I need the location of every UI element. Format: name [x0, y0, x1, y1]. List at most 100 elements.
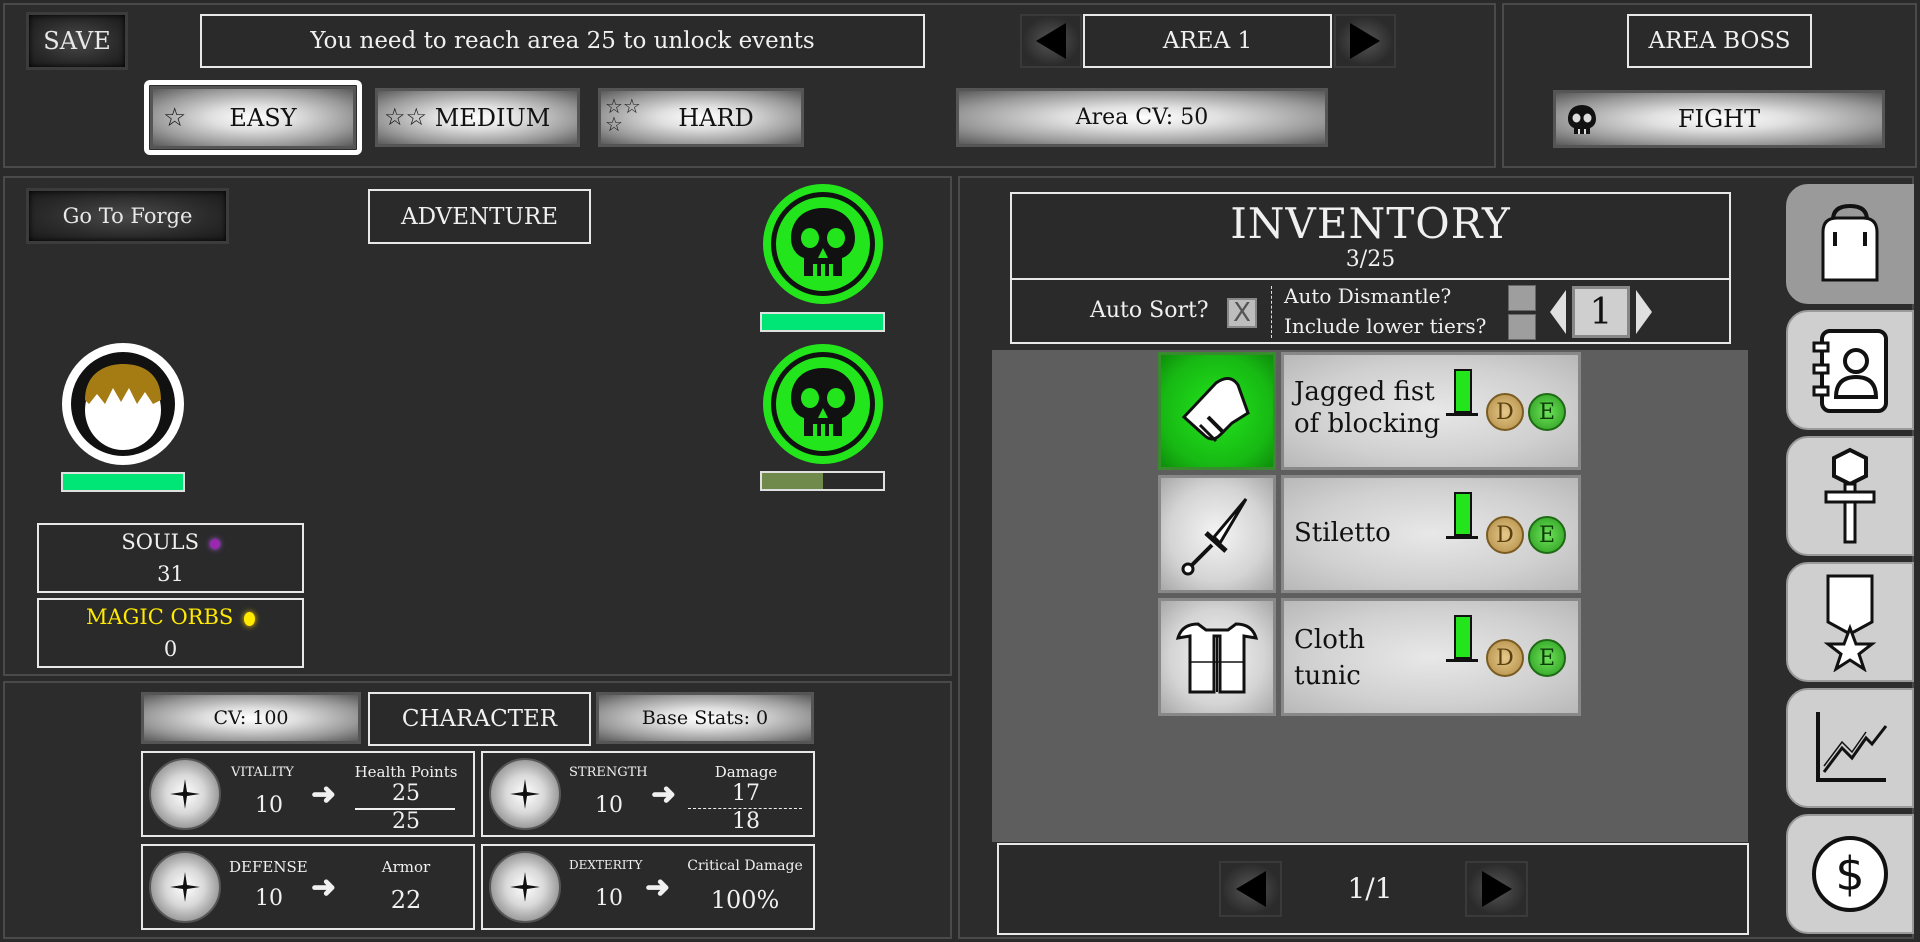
enemy-1[interactable]	[763, 184, 883, 304]
difficulty-easy-button[interactable]: ☆ EASY	[150, 86, 356, 149]
gauntlet-icon	[1181, 377, 1250, 443]
events-notice: You need to reach area 25 to unlock even…	[200, 14, 925, 68]
item-equip-button[interactable]: E	[1528, 639, 1566, 677]
tab-ankh[interactable]	[1786, 436, 1914, 556]
tab-achievements[interactable]	[1786, 562, 1914, 682]
item-equip-button[interactable]: E	[1528, 516, 1566, 554]
magic-orbs-box: MAGIC ORBS 0	[37, 598, 304, 668]
arrow-right-icon	[1350, 23, 1380, 59]
difficulty-hard-button[interactable]: ☆☆☆ HARD	[598, 88, 804, 147]
base-stats-display: Base Stats: 0	[596, 692, 814, 744]
item-name-line1: Jagged fist	[1294, 377, 1435, 407]
orbs-value: 0	[163, 637, 178, 661]
stat-result-value: 22	[390, 886, 422, 914]
tunic-icon	[1175, 622, 1259, 694]
checkbox-mark: X	[1233, 298, 1251, 328]
enemy-2[interactable]	[763, 344, 883, 464]
star-icon: ☆☆	[384, 103, 428, 131]
save-button[interactable]: SAVE	[26, 12, 128, 70]
events-notice-text: You need to reach area 25 to unlock even…	[310, 28, 815, 54]
item-tier-indicator	[1454, 369, 1472, 413]
area-label: AREA 1	[1162, 28, 1253, 54]
dismantle-label: D	[1496, 645, 1514, 671]
difficulty-medium-button[interactable]: ☆☆ MEDIUM	[375, 88, 580, 147]
character-title-text: CHARACTER	[401, 706, 558, 732]
stat-name: VITALITY	[231, 765, 294, 780]
save-label: SAVE	[43, 27, 111, 55]
difficulty-hard-label: HARD	[678, 103, 754, 132]
stat-value: 10	[255, 793, 283, 818]
stat-result-label: Damage	[714, 763, 778, 781]
auto-sort-checkbox[interactable]: X	[1227, 298, 1257, 328]
area-boss-title: AREA BOSS	[1627, 14, 1812, 68]
tab-statistics[interactable]	[1786, 688, 1914, 808]
player-avatar[interactable]	[62, 343, 184, 465]
stat-value: 10	[255, 886, 283, 911]
item-name-line1: Cloth	[1294, 625, 1366, 655]
skull-icon	[791, 208, 855, 276]
arrow-right-icon: ➜	[311, 777, 337, 812]
orbs-label-row: MAGIC ORBS	[86, 601, 255, 633]
item-name-line1: Stiletto	[1294, 518, 1391, 548]
strength-increase-button[interactable]	[489, 758, 561, 830]
dexterity-increase-button[interactable]	[489, 851, 561, 923]
item-dismantle-button[interactable]: D	[1486, 393, 1524, 431]
item-slot-3[interactable]	[1158, 598, 1276, 716]
include-lower-tiers-checkbox[interactable]	[1508, 314, 1536, 340]
item-slot-1[interactable]	[1158, 352, 1276, 470]
item-card-1[interactable]: Jagged fist of blocking D E	[1281, 352, 1581, 470]
tab-inventory[interactable]	[1786, 184, 1914, 304]
item-card-3[interactable]: Cloth tunic D E	[1281, 598, 1581, 716]
item-dismantle-button[interactable]: D	[1486, 639, 1524, 677]
stat-dexterity: DEXTERITY 10 ➜ Critical Damage 100%	[481, 844, 815, 930]
stat-result-label: Critical Damage	[687, 858, 803, 874]
item-dismantle-button[interactable]: D	[1486, 516, 1524, 554]
tier-value: 1	[1589, 291, 1613, 333]
player-health-bar	[61, 472, 185, 492]
backpack-icon	[1821, 203, 1879, 282]
tab-character[interactable]	[1786, 310, 1914, 430]
dagger-icon	[1181, 498, 1248, 576]
stat-result-bottom: 18	[732, 809, 760, 834]
avatar-ring	[71, 352, 175, 456]
enemy-2-ring	[771, 352, 875, 456]
stat-strength: STRENGTH 10 ➜ Damage 17 18	[481, 751, 815, 837]
ankh-icon	[1824, 447, 1876, 544]
difficulty-medium-label: MEDIUM	[434, 103, 551, 132]
stat-value: 10	[595, 793, 623, 818]
enemy-1-ring	[771, 192, 875, 296]
area-next-button[interactable]	[1334, 14, 1396, 68]
inventory-page-indicator: 1/1	[1347, 872, 1393, 905]
auto-dismantle-checkbox[interactable]	[1508, 285, 1536, 311]
item-equip-button[interactable]: E	[1528, 393, 1566, 431]
item-slot-2[interactable]	[1158, 475, 1276, 593]
stat-result-value: 100%	[710, 886, 780, 914]
fight-button[interactable]: FIGHT	[1553, 90, 1885, 148]
contacts-icon	[1812, 329, 1888, 413]
arrow-right-icon: ➜	[311, 870, 337, 905]
inventory-prev-page-button[interactable]	[1219, 861, 1282, 917]
tier-value-box: 1	[1572, 286, 1630, 338]
inventory-title: INVENTORY	[1230, 199, 1511, 248]
defense-increase-button[interactable]	[149, 851, 221, 923]
base-stats-text: Base Stats: 0	[641, 707, 769, 729]
vitality-increase-button[interactable]	[149, 758, 221, 830]
tier-next-button[interactable]	[1636, 290, 1652, 334]
difficulty-easy-label: EASY	[229, 103, 297, 132]
item-card-2[interactable]: Stiletto D E	[1281, 475, 1581, 593]
tab-shop[interactable]: $	[1786, 814, 1914, 934]
star-icon: ☆	[163, 103, 187, 133]
item-tier-indicator	[1454, 492, 1472, 536]
go-to-forge-button[interactable]: Go To Forge	[26, 188, 229, 244]
inventory-next-page-button[interactable]	[1465, 861, 1528, 917]
skull-icon	[1568, 105, 1596, 134]
equip-label: E	[1538, 645, 1556, 671]
arrow-right-icon: ➜	[651, 777, 677, 812]
enemy-2-health-fill	[762, 473, 823, 489]
cv-text: CV: 100	[213, 707, 289, 729]
stat-vitality: VITALITY 10 ➜ Health Points 25 25	[141, 751, 475, 837]
area-prev-button[interactable]	[1020, 14, 1082, 68]
souls-label-row: SOULS	[121, 526, 220, 558]
arrow-left-icon	[1235, 871, 1266, 907]
tier-prev-button[interactable]	[1550, 290, 1566, 334]
